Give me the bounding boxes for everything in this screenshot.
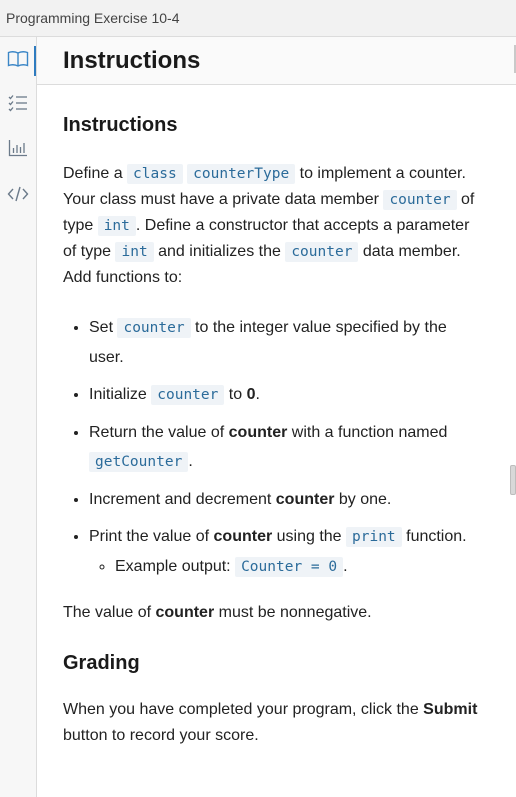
nonnegative-note: The value of counter must be nonnegative… <box>63 600 481 626</box>
inline-code: class <box>127 164 183 184</box>
list-item: Set counter to the integer value specifi… <box>89 313 481 372</box>
text: function. <box>401 528 467 545</box>
text: Initialize <box>89 386 152 403</box>
bold-text: 0 <box>246 386 256 403</box>
list-item: Increment and decrement counter by one. <box>89 485 481 514</box>
inline-code: counter <box>117 318 191 338</box>
panel-header: Instructions <box>37 37 516 85</box>
inline-code: counterType <box>187 164 296 184</box>
sub-list-item: Example output: Counter = 0. <box>115 552 481 582</box>
code-icon <box>7 185 29 203</box>
text: Return the value of <box>89 424 229 441</box>
grading-heading: Grading <box>63 652 140 674</box>
sidebar-item-code[interactable] <box>0 174 36 214</box>
text: The value of <box>63 604 156 621</box>
text: with a function named <box>287 424 448 441</box>
inline-code: int <box>97 216 136 236</box>
sidebar-item-results[interactable] <box>0 128 36 168</box>
checklist-icon <box>8 94 28 112</box>
text: must be nonnegative. <box>214 604 372 621</box>
sidebar-item-instructions[interactable] <box>0 39 36 79</box>
bar-chart-icon <box>8 139 28 157</box>
inline-code: counter <box>151 385 225 405</box>
list-item: Return the value of counter with a funct… <box>89 418 481 477</box>
inline-code: counter <box>383 190 457 210</box>
sidebar <box>0 37 37 797</box>
grading-paragraph: When you have completed your program, cl… <box>63 697 481 749</box>
window-title: Programming Exercise 10-4 <box>6 10 180 26</box>
book-icon <box>7 50 29 68</box>
inline-code: getCounter <box>89 452 189 472</box>
title-bar: Programming Exercise 10-4 <box>0 0 516 37</box>
inline-code: counter <box>285 242 359 262</box>
text: . <box>255 386 260 403</box>
sidebar-item-tasks[interactable] <box>0 83 36 123</box>
bold-text: counter <box>213 528 273 545</box>
text: Increment and decrement <box>89 491 276 508</box>
text: Print the value of <box>89 528 214 545</box>
instructions-content: Instructions Define a class counterType … <box>37 85 507 797</box>
text: Example output: <box>115 558 236 575</box>
text: button to record your score. <box>63 727 259 744</box>
text: to <box>224 386 247 403</box>
bold-text: counter <box>228 424 288 441</box>
sub-list: Example output: Counter = 0. <box>89 552 481 582</box>
text: and initializes the <box>153 243 286 260</box>
inline-code: int <box>115 242 154 262</box>
panel-resize-handle[interactable] <box>510 465 516 495</box>
text: by one. <box>334 491 392 508</box>
list-item: Initialize counter to 0. <box>89 380 481 410</box>
list-item: Print the value of counter using the pri… <box>89 522 481 582</box>
instructions-heading: Instructions <box>63 114 178 136</box>
requirements-list: Set counter to the integer value specifi… <box>63 313 481 582</box>
text: using the <box>272 528 347 545</box>
text: . <box>188 453 193 470</box>
text: When you have completed your program, cl… <box>63 701 424 718</box>
inline-code: Counter = 0 <box>235 557 344 577</box>
bold-text: Submit <box>423 701 478 718</box>
intro-paragraph: Define a class counterType to implement … <box>63 161 481 291</box>
text: . <box>343 558 348 575</box>
text: Define a <box>63 165 128 182</box>
inline-code: print <box>346 527 402 547</box>
bold-text: counter <box>275 491 335 508</box>
panel-title: Instructions <box>63 47 201 74</box>
bold-text: counter <box>155 604 215 621</box>
text: Set <box>89 319 118 336</box>
